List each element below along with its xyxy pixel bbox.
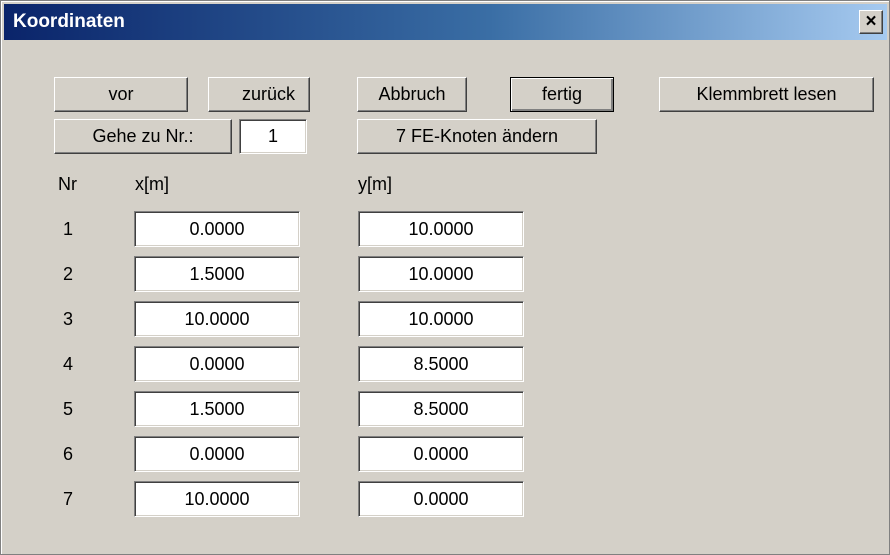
y-field[interactable]: 10.0000 xyxy=(358,301,524,337)
gehe-zu-input[interactable]: 1 xyxy=(239,119,307,154)
row-nr: 7 xyxy=(63,489,74,509)
header-y: y[m] xyxy=(358,174,392,194)
dialog-window: Koordinaten × vor zurück Abbruch fertig … xyxy=(0,0,890,555)
fertig-button[interactable]: fertig xyxy=(510,77,614,112)
y-field[interactable]: 10.0000 xyxy=(358,256,524,292)
row-nr: 4 xyxy=(63,354,74,374)
title-bar[interactable]: Koordinaten × xyxy=(4,4,887,40)
y-field[interactable]: 0.0000 xyxy=(358,481,524,517)
x-field[interactable]: 10.0000 xyxy=(134,301,300,337)
x-field[interactable]: 1.5000 xyxy=(134,391,300,427)
row-nr: 3 xyxy=(63,309,74,329)
klemmbrett-lesen-button[interactable]: Klemmbrett lesen xyxy=(659,77,874,112)
header-nr: Nr xyxy=(58,174,77,194)
vor-button[interactable]: vor xyxy=(54,77,188,112)
x-field[interactable]: 0.0000 xyxy=(134,346,300,382)
row-nr: 6 xyxy=(63,444,74,464)
window-title: Koordinaten xyxy=(13,11,125,32)
x-field[interactable]: 1.5000 xyxy=(134,256,300,292)
row-nr: 5 xyxy=(63,399,74,419)
gehe-zu-button[interactable]: Gehe zu Nr.: xyxy=(54,119,232,154)
row-nr: 2 xyxy=(63,264,74,284)
y-field[interactable]: 8.5000 xyxy=(358,346,524,382)
x-field[interactable]: 10.0000 xyxy=(134,481,300,517)
close-button[interactable]: × xyxy=(859,10,883,34)
zurueck-button[interactable]: zurück xyxy=(208,77,310,112)
abbruch-button[interactable]: Abbruch xyxy=(357,77,467,112)
header-x: x[m] xyxy=(135,174,169,194)
fe-knoten-aendern-button[interactable]: 7 FE-Knoten ändern xyxy=(357,119,597,154)
close-icon: × xyxy=(865,11,877,32)
x-field[interactable]: 0.0000 xyxy=(134,436,300,472)
y-field[interactable]: 0.0000 xyxy=(358,436,524,472)
row-nr: 1 xyxy=(63,219,74,239)
y-field[interactable]: 8.5000 xyxy=(358,391,524,427)
x-field[interactable]: 0.0000 xyxy=(134,211,300,247)
y-field[interactable]: 10.0000 xyxy=(358,211,524,247)
